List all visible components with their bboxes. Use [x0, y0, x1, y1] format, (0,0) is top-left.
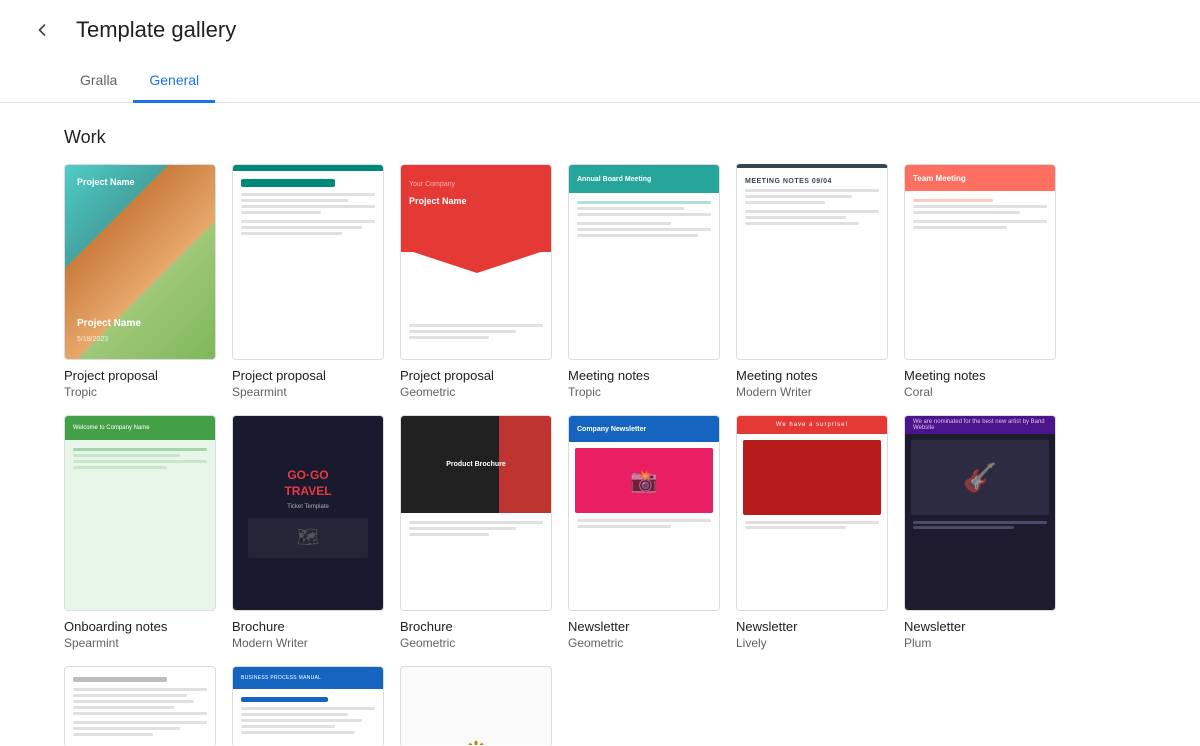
template-card-plain-doc[interactable]: Non-disclosure agreement [64, 666, 216, 745]
template-card-meet-coral[interactable]: Team Meeting Meeting notes Coral [904, 164, 1056, 399]
section-title-work: Work [64, 127, 1136, 148]
template-card-newsletter-lively[interactable]: We have a surprise! Newsletter Lively [736, 415, 888, 650]
template-name: Newsletter [568, 619, 720, 634]
template-name: Project proposal [232, 368, 384, 383]
page-title: Template gallery [76, 17, 236, 43]
template-card-business-manual[interactable]: BUSINESS PROCESS MANUAL Business Process… [232, 666, 384, 745]
template-name: Project proposal [64, 368, 216, 383]
template-theme: Modern Writer [232, 636, 384, 650]
template-name: Onboarding notes [64, 619, 216, 634]
template-card-consulting[interactable]: ❋ Consulting AgreementTemplate Consultin… [400, 666, 552, 745]
template-name: Meeting notes [568, 368, 720, 383]
template-name: Newsletter [736, 619, 888, 634]
template-theme: Spearmint [232, 385, 384, 399]
template-theme: Plum [904, 636, 1056, 650]
template-theme: Spearmint [64, 636, 216, 650]
header: Template gallery [0, 0, 1200, 60]
template-card-meet-modern[interactable]: MEETING NOTES 09/04 Meeting notes Modern… [736, 164, 888, 399]
tab-general[interactable]: General [133, 60, 215, 103]
template-name: Newsletter [904, 619, 1056, 634]
thumb-tropic-project: Project Name 5/18/2023 [65, 165, 215, 359]
content-area: Work Project Name 5/18/2023 Project prop… [0, 103, 1200, 745]
template-theme: Coral [904, 385, 1056, 399]
template-theme: Tropic [568, 385, 720, 399]
template-name: Brochure [400, 619, 552, 634]
template-theme: Modern Writer [736, 385, 888, 399]
template-card-proj-geometric[interactable]: Your Company Project Name Project propos… [400, 164, 552, 399]
back-button[interactable] [24, 12, 60, 48]
template-card-meet-tropic[interactable]: Annual Board Meeting Meeting notes Tropi… [568, 164, 720, 399]
template-name: Brochure [232, 619, 384, 634]
template-theme: Geometric [400, 385, 552, 399]
template-card-proj-tropic[interactable]: Project Name 5/18/2023 Project proposal … [64, 164, 216, 399]
template-card-brochure-modern[interactable]: GO·GOTRAVEL Ticket Template 🗺 Brochure M… [232, 415, 384, 650]
template-grid: Project Name 5/18/2023 Project proposal … [64, 164, 1136, 745]
template-card-brochure-geometric[interactable]: Product Brochure Brochure Geometric [400, 415, 552, 650]
template-theme: Geometric [400, 636, 552, 650]
template-theme: Lively [736, 636, 888, 650]
template-theme: Tropic [64, 385, 216, 399]
template-card-newsletter-geometric[interactable]: Company Newsletter 📸 Newsletter Geometri… [568, 415, 720, 650]
template-name: Project proposal [400, 368, 552, 383]
tabs-bar: Gralla General [0, 60, 1200, 103]
back-icon [32, 20, 52, 40]
tab-gralla[interactable]: Gralla [64, 60, 133, 103]
template-theme: Geometric [568, 636, 720, 650]
template-card-proj-spearmint[interactable]: Project proposal Spearmint [232, 164, 384, 399]
template-name: Meeting notes [904, 368, 1056, 383]
template-name: Meeting notes [736, 368, 888, 383]
template-card-onboard-spearmint[interactable]: Welcome to Company Name Onboarding notes… [64, 415, 216, 650]
template-card-newsletter-plum[interactable]: We are nominated for the best new artist… [904, 415, 1056, 650]
